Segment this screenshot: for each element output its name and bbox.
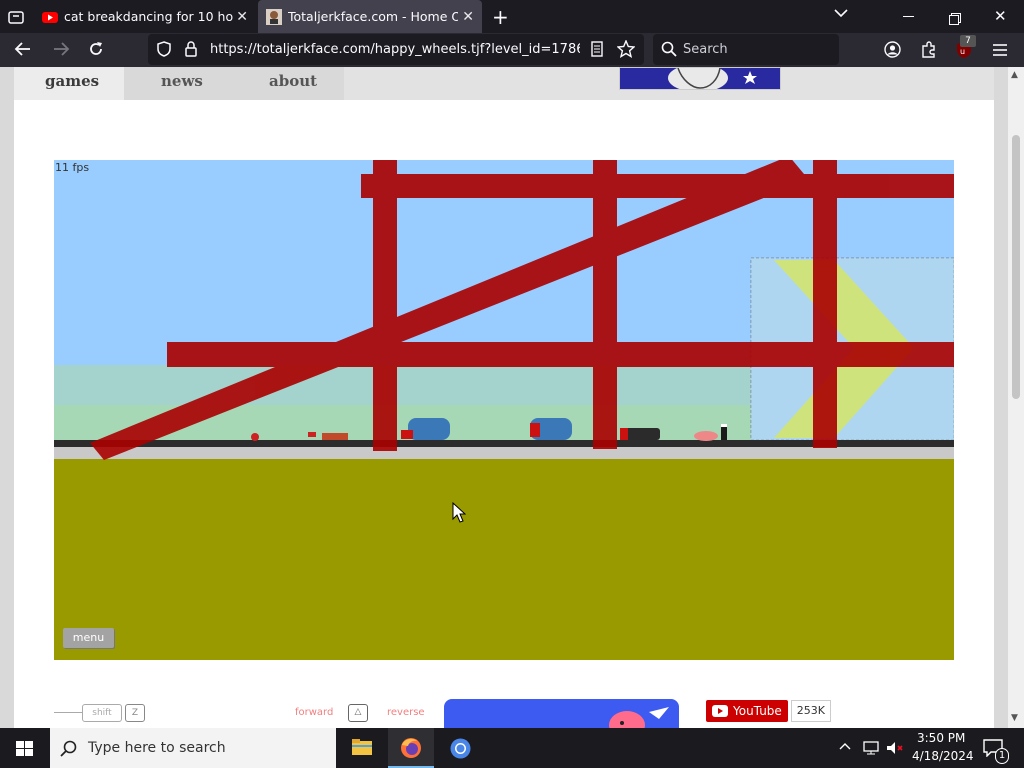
key-shift: shift	[82, 704, 122, 722]
clock-time[interactable]: 3:50 PM	[917, 731, 965, 745]
search-box[interactable]	[653, 34, 839, 65]
youtube-button[interactable]: YouTube	[706, 700, 788, 722]
controls-guide: shift Z forward △ reverse	[40, 704, 440, 728]
site-nav: games news about	[14, 67, 994, 100]
network-icon[interactable]	[863, 740, 879, 759]
mouse-cursor-icon	[452, 501, 467, 528]
scroll-up-arrow[interactable]: ▲	[1011, 70, 1018, 80]
close-tab-icon[interactable]: ✕	[236, 9, 248, 25]
scroll-down-arrow[interactable]: ▼	[1011, 713, 1018, 723]
search-placeholder: Search	[683, 42, 728, 57]
promo-banner[interactable]	[444, 699, 679, 728]
chrome-icon[interactable]	[450, 738, 471, 763]
tray-chevron-icon[interactable]	[839, 740, 851, 755]
nav-about[interactable]: about	[269, 72, 317, 90]
totaljerkface-icon	[266, 8, 282, 25]
lock-icon[interactable]	[185, 41, 197, 61]
forward-icon[interactable]	[52, 41, 70, 61]
close-tab-icon[interactable]: ✕	[462, 9, 474, 25]
youtube-subscribe[interactable]: YouTube 253K	[706, 700, 832, 722]
tab-label: Totaljerkface.com - Home Of Ha	[288, 9, 458, 24]
game-canvas[interactable]	[54, 160, 954, 660]
url-text: https://totaljerkface.com/happy_wheels.t…	[210, 42, 580, 57]
key-z: Z	[125, 704, 145, 722]
forward-label: forward	[295, 707, 334, 718]
reader-view-icon[interactable]	[591, 41, 603, 61]
volume-muted-icon[interactable]	[886, 740, 904, 759]
page-scrollbar[interactable]: ▲ ▼	[1008, 67, 1024, 728]
fps-counter: 11 fps	[55, 161, 90, 174]
windows-start-icon[interactable]	[16, 741, 33, 760]
back-icon[interactable]	[14, 41, 32, 61]
file-explorer-icon[interactable]	[352, 738, 372, 760]
bookmark-star-icon[interactable]	[616, 39, 636, 62]
minimize-icon[interactable]	[903, 16, 914, 17]
clock-date[interactable]: 4/18/2024	[912, 749, 974, 763]
new-tab-icon[interactable]: +	[492, 5, 509, 29]
game-menu-button[interactable]: menu	[63, 628, 114, 648]
header-banner-image	[619, 67, 781, 90]
subscriber-count: 253K	[790, 700, 832, 722]
line-decor	[54, 712, 82, 713]
svg-text:u: u	[960, 47, 965, 56]
nav-news[interactable]: news	[161, 72, 203, 90]
game-scene	[54, 160, 954, 660]
tab-totaljerkface[interactable]: Totaljerkface.com - Home Of Ha ✕	[258, 0, 482, 33]
extension-badge: 7	[960, 35, 976, 47]
taskbar-search-placeholder: Type here to search	[88, 740, 226, 756]
tab-youtube[interactable]: cat breakdancing for 10 hours - ✕	[34, 0, 256, 33]
account-icon[interactable]	[884, 41, 901, 62]
taskbar-search[interactable]: Type here to search	[50, 728, 336, 768]
firefox-icon[interactable]	[400, 737, 422, 763]
extensions-icon[interactable]	[920, 41, 937, 62]
search-icon	[661, 41, 677, 61]
tracking-shield-icon[interactable]	[157, 41, 171, 61]
youtube-icon	[42, 11, 58, 23]
key-up: △	[348, 704, 368, 722]
notification-count: 1	[995, 748, 1009, 764]
search-icon	[60, 740, 77, 757]
tab-list-icon[interactable]	[8, 9, 24, 24]
chevron-down-icon[interactable]	[834, 6, 848, 24]
restore-icon[interactable]	[949, 10, 961, 25]
reverse-label: reverse	[387, 707, 425, 718]
tab-label: cat breakdancing for 10 hours -	[64, 9, 234, 24]
youtube-label: YouTube	[733, 704, 782, 718]
youtube-icon	[712, 705, 728, 717]
close-window-icon[interactable]: ✕	[994, 7, 1007, 25]
nav-games[interactable]: games	[45, 72, 99, 90]
hamburger-menu-icon[interactable]	[992, 42, 1008, 61]
reload-icon[interactable]	[88, 41, 104, 61]
scroll-thumb[interactable]	[1012, 135, 1020, 399]
